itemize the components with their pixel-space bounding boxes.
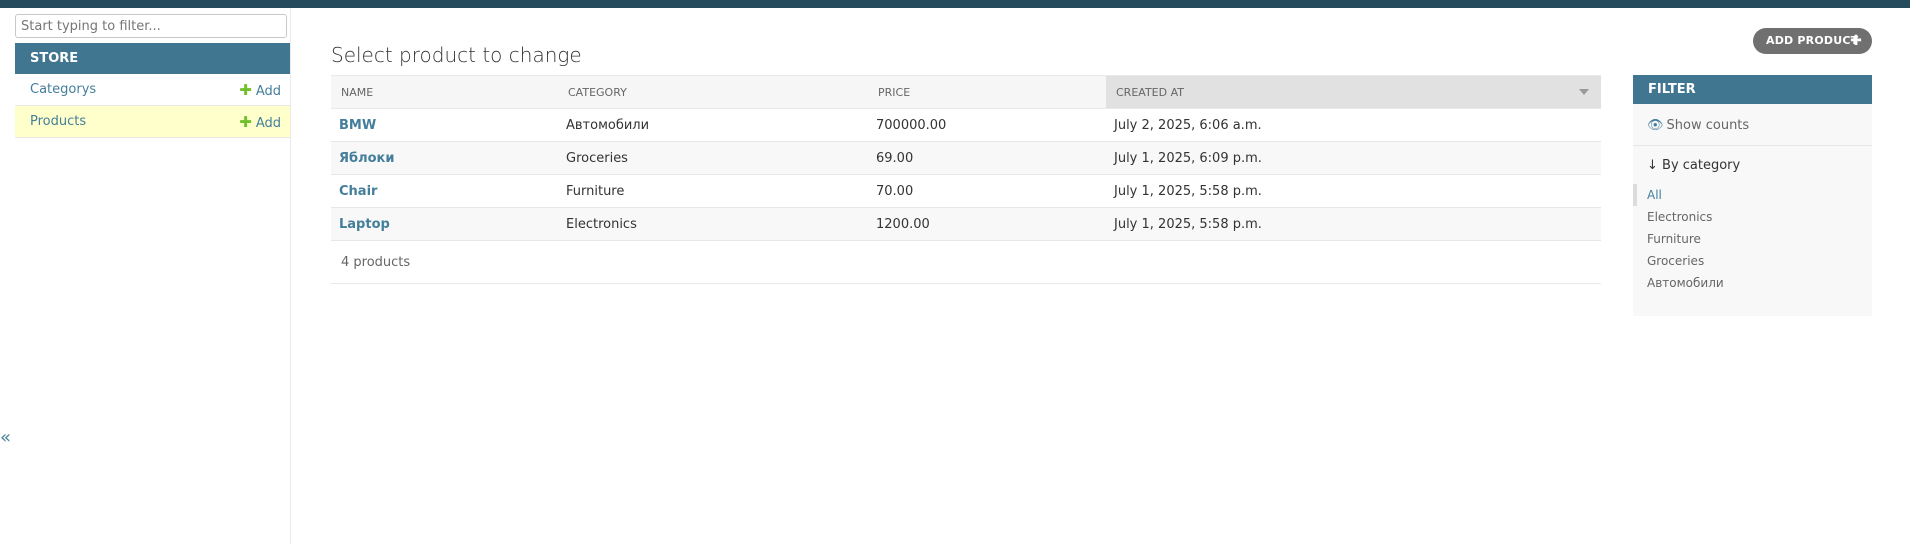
filter-option-electronics[interactable]: Electronics — [1633, 206, 1872, 228]
plus-icon: ✚ — [239, 113, 252, 131]
sidebar-item-label[interactable]: Categorys — [30, 74, 96, 106]
cell-price: 70.00 — [868, 174, 1106, 208]
filter-option-avtomobili[interactable]: Автомобили — [1633, 272, 1872, 294]
result-list: NAME CATEGORY PRICE CREATED AT BMW Автом… — [331, 75, 1601, 241]
cell-created-at: July 1, 2025, 6:09 p.m. — [1106, 141, 1601, 175]
filter-options-list: All Electronics Furniture Groceries Авто… — [1633, 184, 1872, 294]
filter-section-category[interactable]: ↓ By category — [1647, 158, 1740, 173]
cell-created-at: July 1, 2025, 5:58 p.m. — [1106, 174, 1601, 208]
cell-created-at: July 1, 2025, 5:58 p.m. — [1106, 207, 1601, 241]
plus-icon: ✚ — [239, 81, 252, 99]
plus-icon: ✚ — [1850, 33, 1862, 49]
column-header-category[interactable]: CATEGORY — [558, 75, 868, 109]
add-products-link[interactable]: ✚ Add — [239, 106, 281, 140]
show-counts-link[interactable]: 👁 Show counts — [1647, 118, 1749, 133]
filter-option-groceries[interactable]: Groceries — [1633, 250, 1872, 272]
column-header-label: CREATED AT — [1116, 85, 1184, 99]
nav-filter-input[interactable] — [15, 14, 287, 38]
result-count: 4 products — [331, 242, 1601, 284]
sidebar-item-products: Products ✚ Add — [15, 106, 290, 138]
column-header-created-at[interactable]: CREATED AT — [1106, 75, 1601, 109]
collapse-sidebar-button[interactable]: « — [0, 427, 11, 448]
table-row: Laptop Electronics 1200.00 July 1, 2025,… — [331, 207, 1601, 241]
sort-descending-icon[interactable] — [1579, 89, 1589, 95]
cell-category: Electronics — [558, 207, 868, 241]
cell-price: 1200.00 — [868, 207, 1106, 241]
column-header-price[interactable]: PRICE — [868, 75, 1106, 109]
add-product-label: ADD PRODUCT — [1766, 34, 1859, 47]
add-link-label: Add — [255, 116, 281, 131]
app-header-store[interactable]: STORE — [15, 43, 290, 74]
divider — [1633, 145, 1872, 146]
cell-category: Furniture — [558, 174, 868, 208]
filter-option-furniture[interactable]: Furniture — [1633, 228, 1872, 250]
cell-category: Автомобили — [558, 108, 868, 142]
sidebar-item-categorys: Categorys ✚ Add — [15, 74, 290, 106]
page-title: Select product to change — [331, 43, 582, 68]
filter-option-all[interactable]: All — [1633, 184, 1872, 206]
show-counts-label: Show counts — [1666, 118, 1750, 133]
changelist-filter: FILTER 👁 Show counts ↓ By category All El… — [1633, 75, 1872, 316]
cell-price: 700000.00 — [868, 108, 1106, 142]
cell-name: Яблоки — [331, 141, 558, 175]
table-row: BMW Автомобили 700000.00 July 2, 2025, 6… — [331, 108, 1601, 142]
table-row: Яблоки Groceries 69.00 July 1, 2025, 6:0… — [331, 141, 1601, 175]
products-table: NAME CATEGORY PRICE CREATED AT BMW Автом… — [331, 75, 1601, 241]
eye-icon: 👁 — [1647, 118, 1664, 133]
column-header-name[interactable]: NAME — [331, 75, 558, 109]
add-product-button[interactable]: ADD PRODUCT ✚ — [1753, 28, 1872, 54]
top-header-bar — [0, 0, 1910, 8]
cell-price: 69.00 — [868, 141, 1106, 175]
cell-created-at: July 2, 2025, 6:06 a.m. — [1106, 108, 1601, 142]
cell-name: BMW — [331, 108, 558, 142]
cell-name: Chair — [331, 174, 558, 208]
add-categorys-link[interactable]: ✚ Add — [239, 74, 281, 108]
product-link[interactable]: Laptop — [339, 217, 390, 232]
sidebar-item-label[interactable]: Products — [30, 106, 86, 138]
add-link-label: Add — [255, 84, 281, 99]
product-link[interactable]: BMW — [339, 118, 376, 133]
cell-name: Laptop — [331, 207, 558, 241]
table-row: Chair Furniture 70.00 July 1, 2025, 5:58… — [331, 174, 1601, 208]
product-link[interactable]: Яблоки — [339, 151, 394, 166]
product-link[interactable]: Chair — [339, 184, 377, 199]
filter-header: FILTER — [1633, 75, 1872, 104]
cell-category: Groceries — [558, 141, 868, 175]
nav-sidebar: STORE Categorys ✚Add Products ✚Add — [14, 8, 291, 544]
